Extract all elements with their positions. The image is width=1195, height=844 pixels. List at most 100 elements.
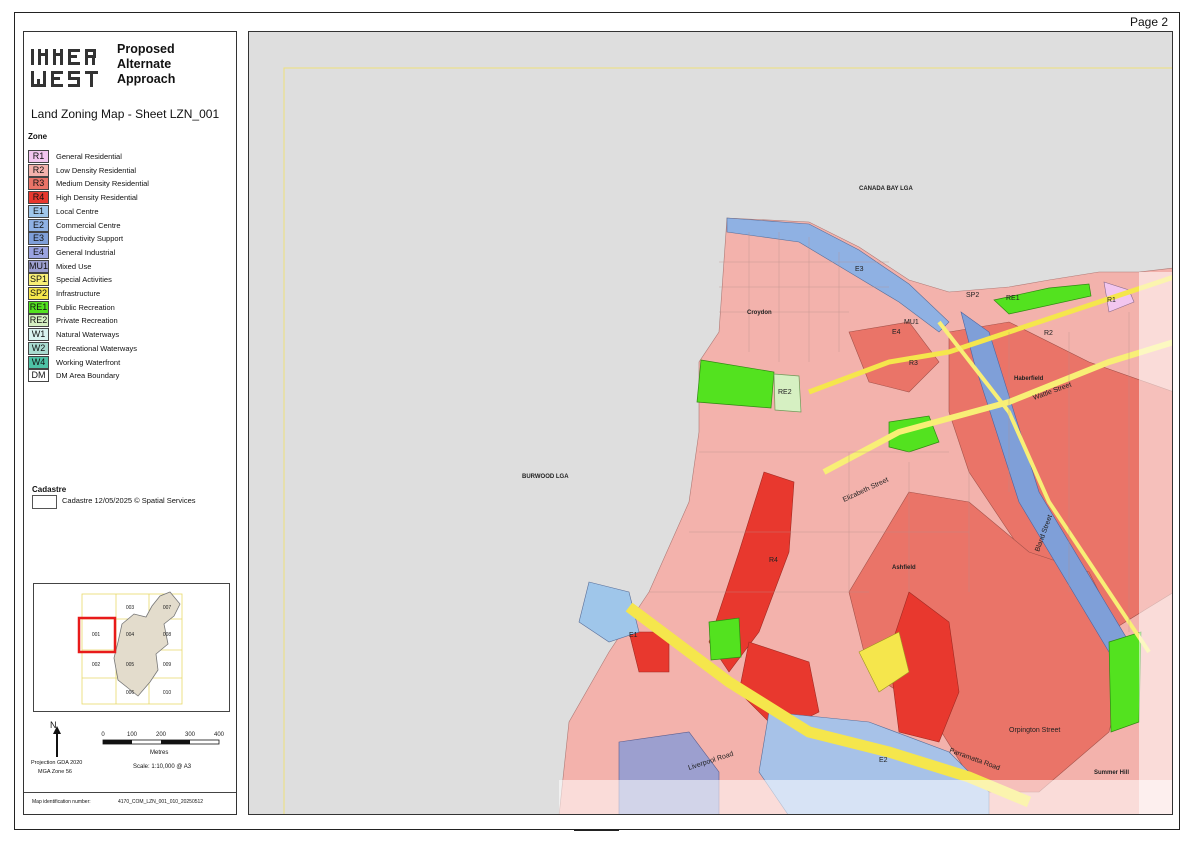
zone-legend-row: SP1 Special Activities [28,273,112,287]
inset-sheet-label: 006 [126,690,135,696]
public-recreation-area[interactable] [708,617,742,661]
zone-swatch: RE2 [28,314,49,328]
inset-sheet-label: 007 [163,605,172,611]
projection-note: Projection GDA 2020 MGA Zone 56 [31,759,82,777]
zone-label: E1 [629,632,638,639]
page-number: Page 2 [1130,15,1169,29]
zone-label: SP2 [966,292,979,299]
public-recreation-area[interactable] [1108,631,1142,733]
zone-swatch: MU1 [28,259,49,273]
outside-dm-area-mask [559,780,1172,814]
zone-legend-label: Natural Waterways [56,330,120,340]
inset-sheet-label: 002 [92,662,101,668]
zone-label: E3 [855,266,864,273]
zone-label: RE2 [778,389,792,396]
zone-legend-label: Productivity Support [56,234,124,244]
zone-swatch: E2 [28,218,49,232]
legend-footer-divider [24,792,236,793]
zone-swatch: RE1 [28,300,49,314]
zone-label: R4 [769,557,778,564]
zone-legend-row: W1 Natural Waterways [28,328,120,342]
zone-swatch: R4 [28,191,49,205]
zone-legend-row: R4 High Density Residential [28,191,138,205]
zone-legend-label: Infrastructure [56,289,101,298]
projection-line: Projection GDA 2020 [31,760,83,766]
zone-legend-row: DM DM Area Boundary [28,369,120,383]
zone-legend-label: Low Density Residential [56,165,137,175]
inset-sheet-label: 001 [92,632,101,638]
zone-legend-row: R2 Low Density Residential [28,163,137,177]
zone-legend-row: E3 Productivity Support [28,232,124,246]
lga-label: BURWOOD LGA [522,474,569,480]
zone-legend-label: Special Activities [56,275,112,285]
scale-tick-label: 0 [101,732,105,738]
suburb-label: Haberfield [1014,376,1044,382]
suburb-label: Croydon [747,310,772,316]
north-arrow-icon [53,726,61,757]
map-viewport[interactable]: CANADA BAY LGA BURWOOD LGA Croydon Haber… [248,31,1173,815]
zone-heading: Zone [28,132,48,141]
zone-legend-label: Public Recreation [56,302,115,312]
zone-legend-row: E4 General Industrial [28,245,116,259]
suburb-label: Summer Hill [1094,770,1129,776]
zone-label: E4 [892,329,901,336]
zone-legend-row: E2 Commercial Centre [28,218,121,232]
inset-sheet-label: 010 [163,690,172,696]
zone-legend-label: High Density Residential [56,193,138,203]
zone-legend-label: General Residential [56,152,122,161]
zone-swatch: E4 [28,245,49,259]
inset-sheet-label: 004 [126,632,135,638]
zone-legend-label: Local Centre [56,206,99,216]
locality-inset-map: 003 007 001 004 008 002 005 009 006 010 [33,583,230,712]
zone-swatch: W2 [28,341,49,355]
zone-label: R2 [1044,330,1053,337]
scale-tick-label: 100 [127,732,138,738]
scale-tick-label: 400 [214,732,225,738]
zone-legend-row: SP2 Infrastructure [28,287,100,300]
zone-legend-row: R1 General Residential [28,150,122,163]
north-letter: N [50,720,57,730]
zone-legend-label: General Industrial [56,247,116,257]
suburb-label: Ashfield [892,565,916,571]
zone-swatch: DM [28,369,49,383]
zone-label: R3 [909,360,918,367]
zone-label: E2 [879,757,888,764]
zone-legend-row: W4 Working Waterfront [28,355,121,369]
zone-label: MU1 [904,319,919,326]
scale-units: Metres [150,750,169,756]
zone-label: RE1 [1006,295,1020,302]
zone-label: R1 [1107,297,1116,304]
map-title: Land Zoning Map - Sheet LZN_001 [31,107,220,121]
zone-legend-label: Mixed Use [56,261,92,271]
map-id-value: 4170_COM_LZN_001_010_20250512 [118,799,204,805]
zone-legend-label: DM Area Boundary [56,371,120,381]
logo-caption: Proposed Alternate Approach [117,42,175,87]
inset-sheet-label: 008 [163,632,172,638]
zone-legend-label: Working Waterfront [56,357,121,367]
scale-ratio: Scale: 1:10,000 @ A3 [133,764,192,770]
zone-legend-label: Recreational Waterways [56,343,138,353]
zone-swatch: W1 [28,328,49,342]
zone-swatch: E1 [28,204,49,218]
inset-sheet-label: 005 [126,662,135,668]
zone-swatch: SP1 [28,273,49,287]
inner-west-logo [31,49,98,87]
inset-sheet-label: 009 [163,662,172,668]
zone-legend-row: W2 Recreational Waterways [28,341,138,355]
zone-legend-row: RE1 Public Recreation [28,300,115,314]
cadastre-swatch [32,495,57,509]
zone-legend-row: RE2 Private Recreation [28,314,118,328]
outside-dm-area-mask [1139,272,1172,814]
legend-panel: Proposed Alternate Approach Land Zoning … [23,31,237,815]
zone-swatch: R2 [28,163,49,177]
inset-sheet-label: 003 [126,605,135,611]
street-label: Orpington Street [1009,727,1060,734]
lga-label: CANADA BAY LGA [859,186,913,192]
projection-line: MGA Zone 56 [38,769,72,775]
zone-legend-row: E1 Local Centre [28,204,99,218]
zoning-map[interactable]: CANADA BAY LGA BURWOOD LGA Croydon Haber… [249,32,1173,815]
zone-legend-row: MU1 Mixed Use [28,259,92,273]
scale-tick-label: 300 [185,732,196,738]
logo-line: Alternate [117,57,172,71]
cadastre-heading: Cadastre [32,485,67,494]
